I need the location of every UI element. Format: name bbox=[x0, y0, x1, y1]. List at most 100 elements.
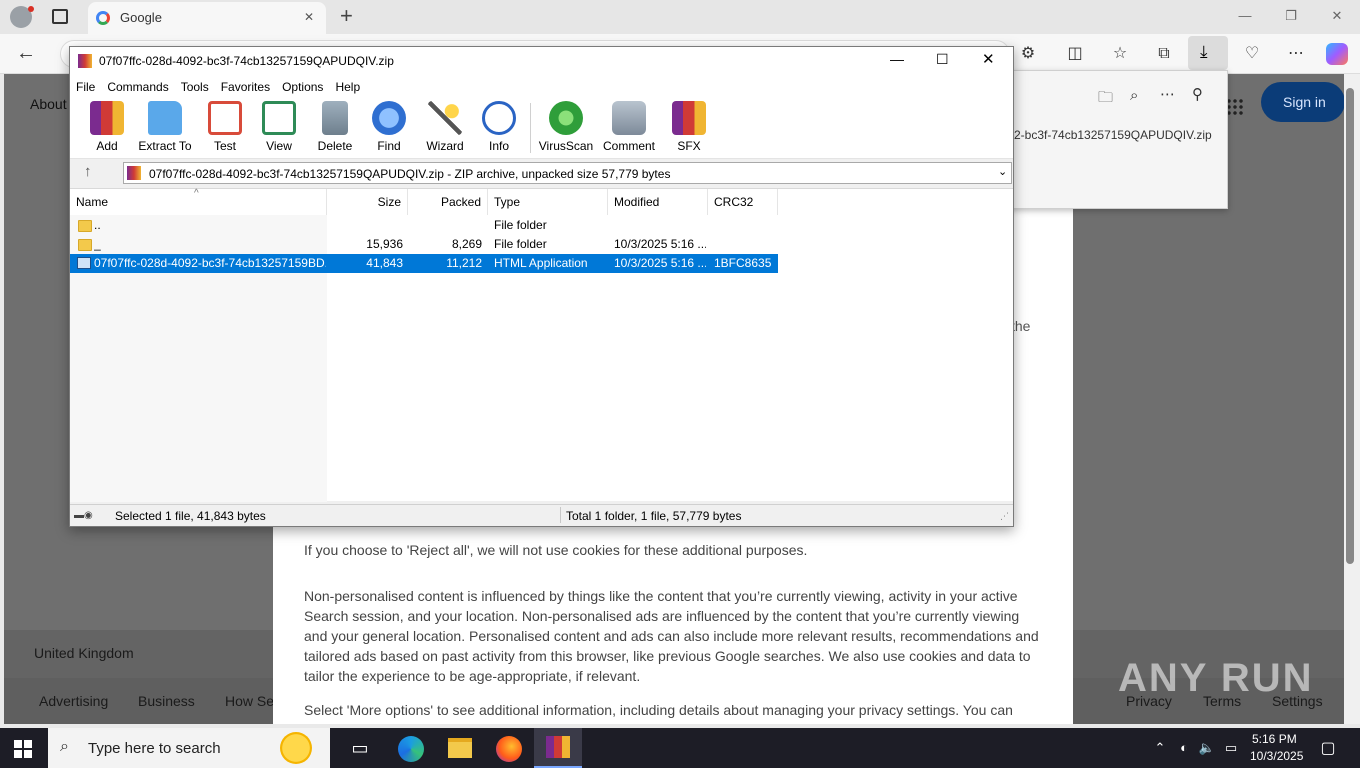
browser-essentials-icon[interactable]: ♡ bbox=[1240, 42, 1264, 66]
menu-tools[interactable]: Tools bbox=[175, 75, 215, 94]
sign-in-button[interactable]: Sign in bbox=[1261, 82, 1345, 122]
task-view-icon[interactable]: ▭ bbox=[337, 732, 383, 764]
winrar-toolbar: Add Extract To Test View Delete Find Wiz… bbox=[70, 97, 1013, 159]
toolbar-view-button[interactable]: View bbox=[248, 101, 310, 157]
close-button[interactable]: ✕ bbox=[1314, 8, 1360, 26]
restore-button[interactable]: ❐ bbox=[1268, 8, 1314, 26]
notifications-icon[interactable]: ▢ bbox=[1318, 738, 1338, 757]
downloads-button[interactable]: ⤓ bbox=[1188, 36, 1228, 70]
downloads-panel: 🗀 ⌕ ⋯ ⚲ 2-bc3f-74cb13257159QAPUDQIV.zip bbox=[995, 70, 1228, 209]
tab-google[interactable]: Google ✕ bbox=[88, 2, 326, 34]
winrar-close-button[interactable]: ✕ bbox=[982, 50, 995, 68]
column-header-size[interactable]: Size bbox=[327, 189, 408, 215]
show-hidden-icons-chevron-icon[interactable]: ⌃ bbox=[1150, 740, 1170, 758]
extensions-icon[interactable]: ⚙ bbox=[1016, 42, 1040, 66]
start-button[interactable] bbox=[14, 740, 32, 758]
archive-path-dropdown[interactable]: 07f07ffc-028d-4092-bc3f-74cb13257159QAPU… bbox=[123, 162, 1012, 184]
copilot-icon[interactable] bbox=[1326, 43, 1348, 65]
virus-scan-icon bbox=[549, 101, 583, 135]
favorites-icon[interactable]: ☆ bbox=[1108, 42, 1132, 66]
tab-actions-icon[interactable] bbox=[52, 9, 68, 24]
toolbar-extract-button[interactable]: Extract To bbox=[134, 101, 196, 157]
folder-icon bbox=[78, 239, 92, 251]
consent-reject-paragraph: If you choose to 'Reject all', we will n… bbox=[304, 542, 808, 558]
firefox-taskbar-icon[interactable] bbox=[496, 736, 522, 762]
winrar-title: 07f07ffc-028d-4092-bc3f-74cb13257159QAPU… bbox=[99, 54, 394, 68]
windows-taskbar: ⌕ Type here to search ▭ ⌃ ◐ 🔈 ▭ 5:16 PM … bbox=[0, 728, 1360, 768]
country-label: United Kingdom bbox=[34, 645, 134, 661]
view-book-icon bbox=[262, 101, 296, 135]
column-header-packed[interactable]: Packed bbox=[408, 189, 488, 215]
profile-alert-dot bbox=[28, 6, 34, 12]
wizard-wand-icon bbox=[428, 101, 462, 135]
toolbar-add-button[interactable]: Add bbox=[76, 101, 138, 157]
pin-icon[interactable]: ⚲ bbox=[1192, 85, 1203, 103]
anyrun-watermark: ANY RUN bbox=[1118, 656, 1314, 700]
open-folder-icon[interactable]: 🗀 bbox=[1098, 87, 1113, 112]
download-icon: ⤓ bbox=[1200, 42, 1208, 61]
winrar-maximize-button[interactable]: ☐ bbox=[936, 51, 949, 68]
apps-grid-icon[interactable] bbox=[1226, 98, 1244, 116]
find-magnifier-icon bbox=[372, 101, 406, 135]
column-header-crc32[interactable]: CRC32 bbox=[708, 189, 778, 215]
resize-grip-icon[interactable]: ⋰ bbox=[1000, 511, 1009, 522]
menu-file[interactable]: File bbox=[70, 75, 101, 94]
winrar-title-bar[interactable]: 07f07ffc-028d-4092-bc3f-74cb13257159QAPU… bbox=[70, 47, 1013, 75]
taskbar-search-box[interactable]: ⌕ Type here to search bbox=[48, 728, 330, 768]
page-scrollbar-thumb[interactable] bbox=[1346, 88, 1354, 564]
info-icon bbox=[482, 101, 516, 135]
clock-date[interactable]: 10/3/2025 bbox=[1250, 749, 1303, 763]
footer-link-business[interactable]: Business bbox=[138, 693, 195, 709]
tab-title: Google bbox=[120, 10, 162, 25]
menu-favorites[interactable]: Favorites bbox=[215, 75, 276, 94]
status-divider bbox=[560, 507, 561, 523]
edge-taskbar-icon[interactable] bbox=[398, 736, 424, 762]
file-list[interactable]: Name ^ Size Packed Type Modified CRC32 ..… bbox=[70, 188, 1013, 502]
up-folder-button[interactable]: ↑ bbox=[84, 163, 92, 180]
settings-more-icon[interactable]: ⋯ bbox=[1284, 42, 1308, 66]
html-application-icon bbox=[77, 257, 91, 269]
table-row[interactable]: _ 15,936 8,269 File folder 10/3/2025 5:1… bbox=[70, 235, 778, 254]
file-explorer-taskbar-icon[interactable] bbox=[448, 738, 472, 758]
table-row[interactable]: .. File folder bbox=[70, 216, 778, 235]
footer-link-advertising[interactable]: Advertising bbox=[39, 693, 108, 709]
back-button[interactable]: ← bbox=[16, 42, 36, 65]
new-tab-button[interactable]: + bbox=[340, 3, 353, 29]
menu-commands[interactable]: Commands bbox=[101, 75, 174, 94]
about-link[interactable]: About bbox=[30, 96, 67, 112]
toolbar-delete-button[interactable]: Delete bbox=[304, 101, 366, 157]
archive-icon bbox=[127, 166, 141, 180]
chevron-down-icon[interactable]: ⌄ bbox=[998, 165, 1007, 178]
menu-help[interactable]: Help bbox=[329, 75, 366, 94]
comment-icon bbox=[612, 101, 646, 135]
toolbar-test-button[interactable]: Test bbox=[194, 101, 256, 157]
status-selected: Selected 1 file, 41,843 bytes bbox=[115, 509, 266, 523]
clock-time[interactable]: 5:16 PM bbox=[1252, 732, 1297, 746]
tab-close-icon[interactable]: ✕ bbox=[304, 10, 314, 24]
minimize-button[interactable]: — bbox=[1222, 8, 1268, 26]
winrar-minimize-button[interactable]: — bbox=[890, 51, 904, 67]
winrar-taskbar-button[interactable] bbox=[534, 728, 582, 768]
meet-now-icon[interactable]: ◐ bbox=[1174, 740, 1194, 758]
toolbar-find-button[interactable]: Find bbox=[358, 101, 420, 157]
search-downloads-icon[interactable]: ⌕ bbox=[1130, 87, 1138, 104]
toolbar-comment-button[interactable]: Comment bbox=[598, 101, 660, 157]
volume-icon[interactable]: 🔈 bbox=[1197, 740, 1217, 758]
column-header-type[interactable]: Type bbox=[488, 189, 608, 215]
more-options-icon[interactable]: ⋯ bbox=[1160, 85, 1175, 103]
toolbar-sfx-button[interactable]: SFX bbox=[658, 101, 720, 157]
table-row-selected[interactable]: 07f07ffc-028d-4092-bc3f-74cb13257159BD..… bbox=[70, 254, 778, 273]
toolbar-info-button[interactable]: Info bbox=[468, 101, 530, 157]
toolbar-wizard-button[interactable]: Wizard bbox=[414, 101, 476, 157]
network-icon[interactable]: ▭ bbox=[1221, 740, 1241, 758]
footer-link-how-search[interactable]: How Se bbox=[225, 693, 274, 709]
collections-icon[interactable]: ⧉ bbox=[1152, 42, 1176, 66]
toolbar-virusscan-button[interactable]: VirusScan bbox=[535, 101, 597, 157]
menu-options[interactable]: Options bbox=[276, 75, 329, 94]
download-item-filename[interactable]: 2-bc3f-74cb13257159QAPUDQIV.zip bbox=[1014, 128, 1212, 142]
split-screen-icon[interactable]: ◫ bbox=[1063, 42, 1087, 66]
column-header-modified[interactable]: Modified bbox=[608, 189, 708, 215]
test-clipboard-icon bbox=[208, 101, 242, 135]
column-header-name[interactable]: Name ^ bbox=[70, 188, 327, 215]
search-placeholder: Type here to search bbox=[88, 740, 221, 757]
